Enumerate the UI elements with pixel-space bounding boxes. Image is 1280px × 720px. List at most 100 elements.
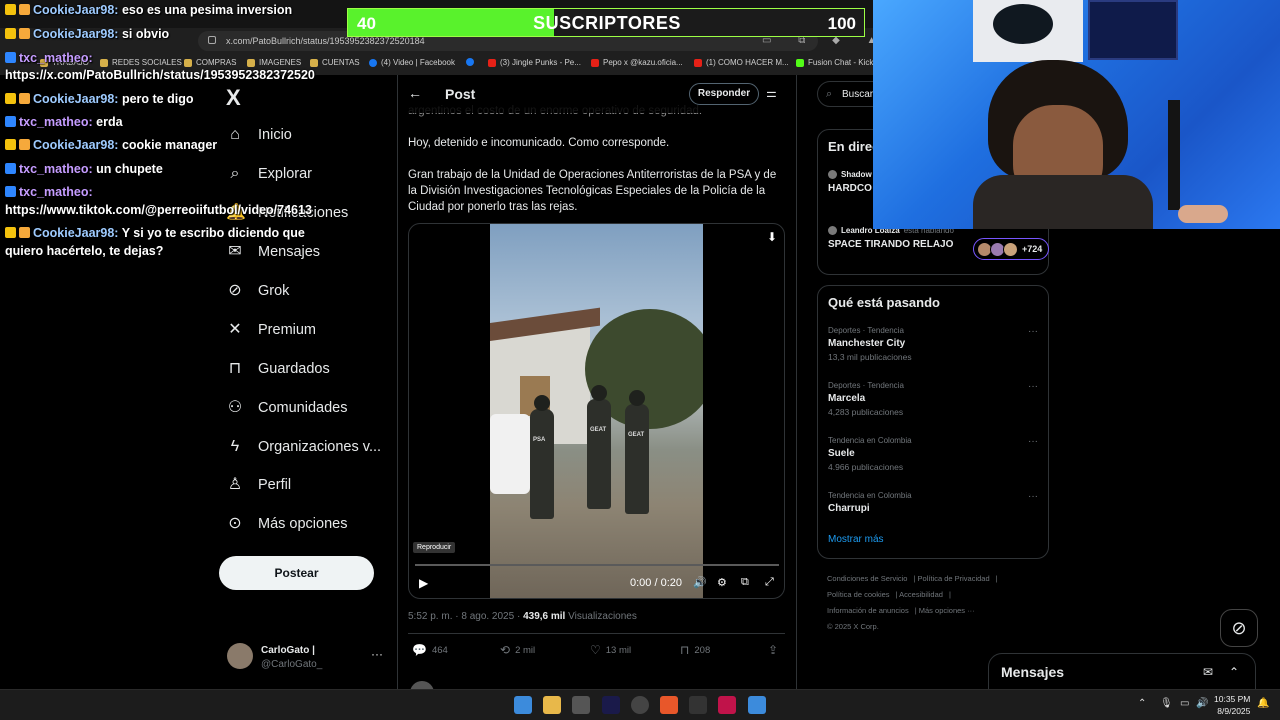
- brave-icon[interactable]: [660, 696, 678, 714]
- new-message-icon[interactable]: ✉: [1203, 665, 1213, 679]
- more-icon[interactable]: ···: [1028, 491, 1038, 502]
- chat-text: pero te digo: [121, 92, 194, 106]
- file-explorer-icon[interactable]: [543, 696, 561, 714]
- bookmark-link[interactable]: (4) Video | Facebook: [369, 58, 455, 67]
- bookmark-link[interactable]: [466, 58, 474, 66]
- network-icon[interactable]: ▭: [1180, 698, 1189, 709]
- video-time: 0:00 / 0:20: [630, 577, 682, 589]
- footer-link[interactable]: Accesibilidad: [899, 590, 943, 599]
- account-switcher[interactable]: CarloGato | @CarloGato_ ···: [227, 643, 387, 673]
- views-label: Visualizaciones: [565, 611, 637, 622]
- x-premium-icon: ✕: [228, 321, 242, 338]
- space-title: HARDCO: [828, 183, 872, 194]
- obs-icon[interactable]: [631, 696, 649, 714]
- app-icon[interactable]: [748, 696, 766, 714]
- tiktok-icon[interactable]: [718, 696, 736, 714]
- footer-link[interactable]: Condiciones de Servicio: [827, 574, 907, 583]
- speaker-icon[interactable]: 🔊: [1196, 698, 1208, 709]
- trend-name: Charrupi: [828, 503, 870, 514]
- mic-icon[interactable]: 🎙: [1160, 698, 1173, 709]
- settings-gear-icon[interactable]: ⚙: [717, 576, 727, 589]
- chat-message: txc_matheo:: [5, 185, 93, 199]
- windows-taskbar: ⌃ 🎙 ▭ 🔊 10:35 PM 8/9/2025 🔔: [0, 689, 1280, 720]
- clock-date: 8/9/2025: [1217, 706, 1251, 716]
- more-icon[interactable]: ···: [371, 647, 383, 661]
- notification-bell-icon[interactable]: 🔔: [1257, 698, 1269, 709]
- live-space[interactable]: Shadow HARDCO: [828, 170, 872, 194]
- nav-more-options[interactable]: ⊙ Más opciones: [226, 515, 347, 533]
- chevron-up-icon[interactable]: ⌃: [1229, 665, 1239, 679]
- youtube-icon: [488, 58, 496, 67]
- trend-item[interactable]: Deportes · Tendencia Manchester City 13,3 …: [828, 326, 1038, 362]
- post-button[interactable]: Postear: [219, 556, 374, 590]
- bookmark-action[interactable]: ⊓ 208: [680, 643, 710, 657]
- play-icon[interactable]: ▶: [419, 576, 428, 590]
- video-progress-bar[interactable]: [415, 564, 779, 566]
- footer-link[interactable]: Más opciones ···: [919, 606, 975, 615]
- ticket-badge-icon: [5, 186, 16, 197]
- footer-link[interactable]: Política de Privacidad: [918, 574, 990, 583]
- clock-time: 10:35 PM: [1214, 694, 1251, 704]
- nav-premium[interactable]: ✕ Premium: [226, 321, 316, 339]
- crown-badge-icon: [5, 93, 16, 104]
- post-timestamp[interactable]: 5:52 p. m. · 8 ago. 2025 ·: [408, 611, 523, 622]
- bookmark-link[interactable]: (3) Jingle Punks - Pe...: [488, 58, 581, 67]
- nav-profile[interactable]: ♙ Perfil: [226, 476, 291, 494]
- profile-handle: @CarloGato_: [261, 659, 323, 670]
- nav-communities[interactable]: ⚇ Comunidades: [226, 399, 348, 417]
- volume-icon[interactable]: 🔊: [693, 576, 707, 589]
- pip-icon[interactable]: ⧉: [741, 576, 749, 589]
- nav-organizations[interactable]: ϟ Organizaciones v...: [226, 438, 381, 456]
- chat-message: quiero hacértelo, te dejas?: [5, 244, 163, 258]
- download-icon[interactable]: ⬇: [767, 230, 777, 244]
- start-windows-icon[interactable]: [514, 696, 532, 714]
- bookmark-link[interactable]: Pepo x @kazu.oficia...: [591, 58, 683, 67]
- ticket-badge-icon: [5, 116, 16, 127]
- guitar: [1168, 100, 1180, 210]
- chat-username: txc_matheo:: [19, 115, 93, 129]
- grok-floating-button[interactable]: ⊘: [1220, 609, 1258, 647]
- system-clock[interactable]: 10:35 PM 8/9/2025: [1214, 693, 1250, 717]
- chevron-up-icon[interactable]: ⌃: [1138, 698, 1146, 709]
- bookmark-link[interactable]: Fusion Chat - Kick: [796, 58, 873, 67]
- show-more-link[interactable]: Mostrar más: [828, 534, 884, 545]
- gift-badge-icon: [19, 93, 30, 104]
- video-player[interactable]: PSA GEAT GEAT ⬇ Reproducir ▶ 0:00 / 0:20…: [408, 223, 785, 599]
- goal-target: 100: [827, 14, 856, 33]
- footer-link[interactable]: Política de cookies: [827, 590, 890, 599]
- officer: GEAT: [587, 385, 611, 509]
- premiere-icon[interactable]: [602, 696, 620, 714]
- officer: GEAT: [625, 390, 649, 514]
- back-arrow-icon[interactable]: ←: [408, 85, 422, 101]
- nav-bookmarks[interactable]: ⊓ Guardados: [226, 360, 330, 378]
- footer-link[interactable]: Información de anuncios: [827, 606, 909, 615]
- trend-count: 4.966 publicaciones: [828, 462, 904, 472]
- trend-item[interactable]: Tendencia en Colombia Charrupi ···: [828, 491, 1038, 514]
- repost-action[interactable]: ⟲ 2 mil: [500, 643, 535, 657]
- more-icon[interactable]: ···: [1028, 436, 1038, 447]
- gift-badge-icon: [19, 28, 30, 39]
- share-action[interactable]: ⇪: [768, 643, 778, 657]
- bookmark-link[interactable]: (1) COMO HACER M...: [694, 58, 789, 67]
- trend-item[interactable]: Deportes · Tendencia Marcela 4,283 publica…: [828, 381, 1038, 417]
- app-icon[interactable]: [689, 696, 707, 714]
- trend-item[interactable]: Tendencia en Colombia Suele 4.966 publicac…: [828, 436, 1038, 472]
- kick-icon: [796, 58, 804, 67]
- nav-grok[interactable]: ⊘ Grok: [226, 282, 289, 300]
- chat-username: CookieJaar98:: [33, 3, 119, 17]
- chat-text: erda: [96, 115, 123, 129]
- live-space[interactable]: Leandro Loaiza está hablando SPACE TIRAND…: [828, 226, 1049, 260]
- streamer-shirt: [973, 175, 1153, 229]
- reply-action[interactable]: 💬 464: [412, 643, 448, 657]
- app-icon[interactable]: [572, 696, 590, 714]
- wall-frame: [1088, 0, 1178, 60]
- more-icon[interactable]: ···: [1028, 326, 1038, 337]
- fullscreen-icon[interactable]: ⤢: [765, 576, 774, 589]
- reply-button[interactable]: Responder: [689, 83, 759, 105]
- like-action[interactable]: ♡ 13 mil: [590, 643, 631, 657]
- messages-drawer[interactable]: Mensajes ✉ ⌃: [988, 653, 1256, 693]
- video-controls: ▶ 0:00 / 0:20 🔊 ⚙ ⧉ ⤢: [409, 574, 784, 596]
- bookmark-count: 208: [694, 644, 711, 656]
- more-icon[interactable]: ···: [1028, 381, 1038, 392]
- sliders-icon[interactable]: ⚌: [766, 86, 777, 100]
